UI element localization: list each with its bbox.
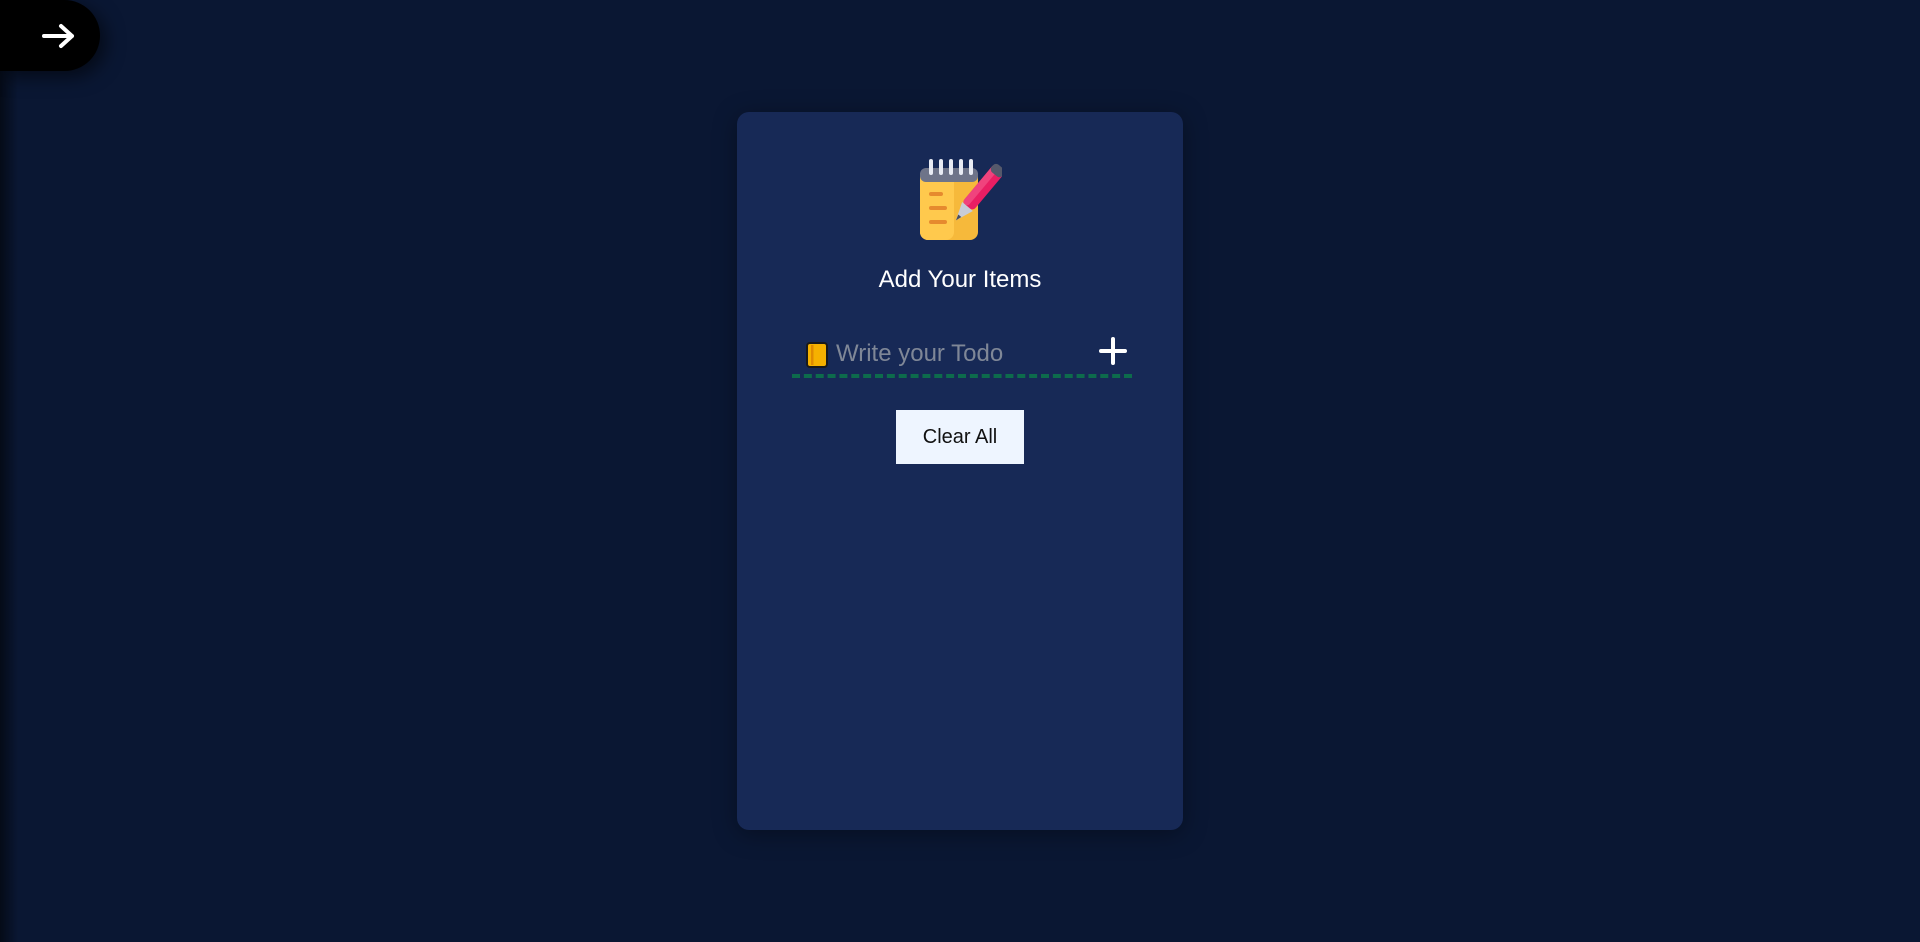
arrow-right-icon <box>42 23 74 48</box>
todo-input[interactable] <box>836 336 1076 372</box>
plus-icon <box>1099 337 1127 365</box>
todo-card: Add Your Items Clear All <box>737 112 1183 830</box>
sidebar-toggle-button[interactable] <box>0 0 100 71</box>
left-edge-shadow <box>0 0 18 942</box>
page-title: Add Your Items <box>878 266 1042 293</box>
clear-all-button[interactable]: Clear All <box>896 410 1024 464</box>
add-item-button[interactable] <box>1098 334 1128 368</box>
notebook-icon <box>806 342 828 368</box>
notepad-pen-icon <box>918 158 1002 242</box>
todo-input-row <box>792 328 1132 378</box>
